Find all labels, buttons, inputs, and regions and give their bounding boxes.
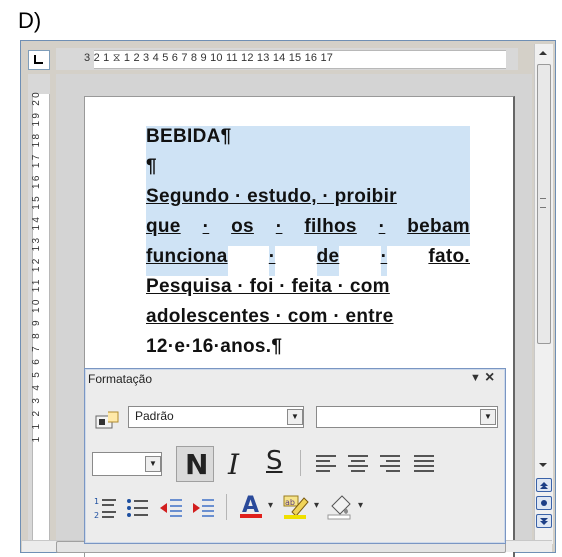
svg-text:2: 2 bbox=[94, 511, 99, 520]
navigator-icon[interactable] bbox=[536, 496, 552, 510]
space-dot: · bbox=[275, 216, 283, 237]
doc-line-7[interactable]: adolescentes · com · entre bbox=[146, 306, 470, 336]
figure-caption: D) bbox=[18, 8, 42, 33]
svg-text:1: 1 bbox=[94, 497, 99, 506]
bullet-list-icon[interactable] bbox=[126, 496, 150, 525]
line-7-text: adolescentes · com · entre bbox=[146, 306, 394, 327]
justify-icon[interactable] bbox=[414, 454, 436, 477]
background-dropdown-icon[interactable]: ▾ bbox=[358, 500, 363, 511]
scroll-down-icon[interactable] bbox=[536, 458, 550, 470]
bold-button[interactable]: N bbox=[176, 446, 214, 482]
space-dot: · bbox=[268, 246, 276, 276]
word: os bbox=[231, 216, 254, 237]
chevron-down-icon[interactable]: ▼ bbox=[287, 409, 303, 425]
next-page-icon[interactable] bbox=[536, 514, 552, 528]
highlight-icon[interactable]: ab bbox=[282, 492, 312, 525]
document-text[interactable]: BEBIDA¶ ¶ Segundo · estudo, · proibir qu… bbox=[146, 126, 470, 366]
chevron-down-icon[interactable]: ▼ bbox=[145, 456, 161, 472]
doc-line-8[interactable]: 12·e·16·anos.¶ bbox=[146, 336, 470, 366]
space-dot: · bbox=[378, 216, 386, 237]
paragraph-mark: ¶ bbox=[146, 156, 157, 177]
align-left-icon[interactable] bbox=[316, 454, 338, 477]
numbered-list-icon[interactable]: 12 bbox=[94, 496, 118, 525]
toolbar-title: Formatação bbox=[88, 372, 153, 386]
line-3-text: Segundo · estudo, · proibir bbox=[146, 186, 397, 207]
space-dot: · bbox=[380, 246, 388, 276]
doc-line-empty[interactable]: ¶ bbox=[146, 156, 470, 186]
decrease-indent-icon[interactable] bbox=[160, 496, 184, 525]
doc-line-title[interactable]: BEBIDA¶ bbox=[146, 126, 470, 156]
line-6-text: Pesquisa · foi · feita · com bbox=[146, 276, 390, 297]
underline-button[interactable]: S bbox=[266, 446, 283, 476]
ruler-numbers: 3 2 1 ⧖ 1 2 3 4 5 6 7 8 9 10 11 12 13 14… bbox=[84, 52, 334, 64]
doc-line-5[interactable]: funciona · de · fato. bbox=[146, 246, 470, 276]
background-color-icon[interactable] bbox=[326, 492, 356, 525]
font-size-select[interactable]: ▼ bbox=[92, 452, 162, 476]
align-right-icon[interactable] bbox=[380, 454, 402, 477]
previous-page-icon[interactable] bbox=[536, 478, 552, 492]
font-color-icon[interactable]: A bbox=[238, 492, 266, 525]
line-8-text: 12·e·16·anos.¶ bbox=[146, 336, 283, 357]
align-center-icon[interactable] bbox=[348, 454, 370, 477]
close-icon[interactable]: × bbox=[485, 369, 494, 387]
word: de bbox=[316, 246, 340, 276]
chevron-down-icon[interactable]: ▼ bbox=[480, 409, 496, 425]
doc-line-6[interactable]: Pesquisa · foi · feita · com bbox=[146, 276, 470, 306]
styles-icon[interactable] bbox=[92, 410, 122, 432]
style-value: Padrão bbox=[135, 409, 174, 423]
font-color-dropdown-icon[interactable]: ▾ bbox=[268, 500, 273, 511]
bold-label: N bbox=[185, 448, 209, 481]
title-text: BEBIDA¶ bbox=[146, 126, 232, 147]
space-dot: · bbox=[202, 216, 210, 237]
vertical-ruler-numbers-wrap: 1 1 2 3 4 5 6 7 8 9 10 11 12 13 14 15 16… bbox=[31, 90, 49, 540]
separator bbox=[226, 494, 227, 520]
font-select[interactable]: ▼ bbox=[316, 406, 498, 428]
separator bbox=[300, 450, 301, 476]
word: que bbox=[146, 216, 181, 237]
highlight-dropdown-icon[interactable]: ▾ bbox=[314, 500, 319, 511]
style-select[interactable]: Padrão ▼ bbox=[128, 406, 304, 428]
svg-text:ab: ab bbox=[285, 498, 295, 507]
doc-line-4[interactable]: que · os · filhos · bebam bbox=[146, 216, 470, 246]
word: bebam bbox=[407, 216, 470, 237]
scroll-up-icon[interactable] bbox=[536, 46, 550, 60]
tab-stop-icon[interactable] bbox=[28, 50, 50, 70]
italic-button[interactable]: I bbox=[228, 448, 239, 481]
word: funciona bbox=[146, 246, 228, 276]
increase-indent-icon[interactable] bbox=[192, 496, 216, 525]
vertical-ruler-numbers: 1 1 2 3 4 5 6 7 8 9 10 11 12 13 14 15 16… bbox=[31, 90, 42, 443]
doc-line-3[interactable]: Segundo · estudo, · proibir bbox=[146, 186, 470, 216]
toolbar-menu-icon[interactable]: ▼ bbox=[470, 372, 481, 384]
word: fato. bbox=[428, 246, 470, 267]
word: filhos bbox=[304, 216, 357, 237]
grip-icon bbox=[540, 198, 546, 208]
